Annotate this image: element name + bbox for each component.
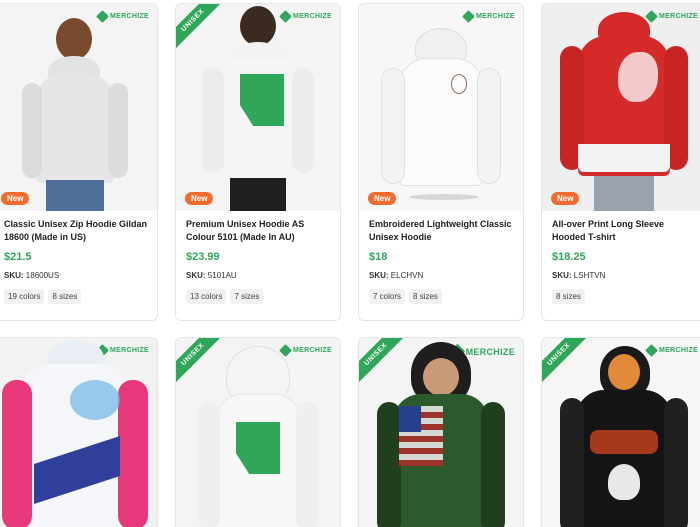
product-image[interactable]: MERCHIZE [359,4,523,211]
product-title[interactable]: Premium Unisex Hoodie AS Colour 5101 (Ma… [186,218,332,244]
product-image[interactable]: UNISEX MERCHIZE [542,338,700,527]
product-card[interactable]: UNISEX MERCHIZE [358,337,524,527]
product-sku: SKU: 18600US [4,271,60,280]
hoodie-photo [0,340,150,527]
sizes-chip: 8 sizes [48,289,82,304]
product-price: $21.5 [4,251,32,263]
product-image[interactable]: UNISEX MERCHIZE [176,338,340,527]
product-title[interactable]: All-over Print Long Sleeve Hooded T-shir… [552,218,698,244]
product-info: All-over Print Long Sleeve Hooded T-shir… [552,218,698,304]
product-card[interactable]: UNISEX MERCHIZE New Premium Unisex Hoodi… [175,3,341,321]
product-info: Premium Unisex Hoodie AS Colour 5101 (Ma… [186,218,332,304]
hoodie-photo [379,28,503,200]
sizes-chip: 8 sizes [409,289,442,304]
new-badge: New [185,192,214,205]
product-price: $18.25 [552,251,586,263]
new-badge: New [551,192,580,205]
sizes-chip: 7 sizes [230,289,264,304]
hoodie-photo [200,6,316,211]
product-title[interactable]: Embroidered Lightweight Classic Unisex H… [369,218,515,244]
colors-chip: 7 colors [369,289,406,304]
hoodie-photo [560,346,688,527]
brand-name: MERCHIZE [476,13,515,20]
merchize-logo-icon [462,10,475,23]
hoodie-photo [20,18,130,211]
hoodie-photo [377,342,505,527]
new-badge: New [1,192,30,205]
brand-logo: MERCHIZE [462,10,515,23]
product-grid: MERCHIZE New Classic Unisex Zip Hoodie G… [0,0,700,527]
product-title[interactable]: Classic Unisex Zip Hoodie Gildan 18600 (… [4,218,149,244]
product-sku: SKU: 5101AU [186,271,237,280]
product-price: $23.99 [186,251,220,263]
product-image[interactable]: UNISEX MERCHIZE [359,338,523,527]
product-card[interactable]: MERCHIZE New Classic Unisex Zip Hoodie G… [0,3,158,321]
product-sku: SKU: ELCHVN [369,271,424,280]
product-card[interactable]: MERCHIZE New All-over Print Long Sleeve … [541,3,700,321]
sizes-chip: 8 sizes [552,289,585,304]
hoodie-photo [558,12,690,211]
hoodie-photo [198,346,318,527]
product-card[interactable]: MERCHIZE New Embroidered Lightweight Cla… [358,3,524,321]
product-sku: SKU: LSHTVN [552,271,606,280]
product-info: Classic Unisex Zip Hoodie Gildan 18600 (… [4,218,149,304]
colors-chip: 13 colors [186,289,227,304]
product-card[interactable]: UNISEX MERCHIZE [175,337,341,527]
product-image[interactable]: MERCHIZE [0,338,157,527]
product-price: $18 [369,251,388,263]
product-image[interactable]: MERCHIZE [0,4,157,211]
product-image[interactable]: MERCHIZE [542,4,700,211]
product-info: Embroidered Lightweight Classic Unisex H… [369,218,515,304]
new-badge: New [368,192,397,205]
product-image[interactable]: UNISEX MERCHIZE [176,4,340,211]
product-card[interactable]: MERCHIZE [0,337,158,527]
colors-chip: 19 colors [4,289,45,304]
product-card[interactable]: UNISEX MERCHIZE [541,337,700,527]
